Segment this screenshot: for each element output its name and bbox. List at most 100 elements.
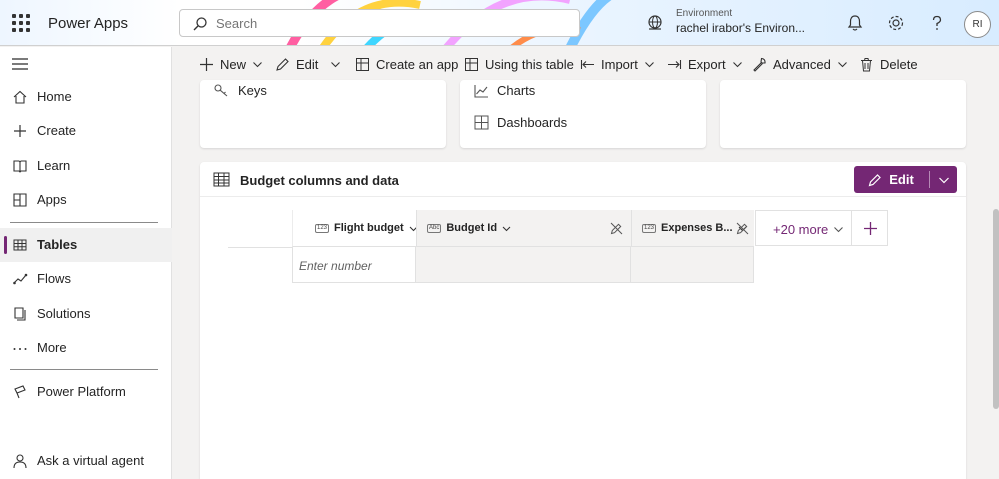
nav-item-ask-virtual-agent[interactable]: Ask a virtual agent [0,444,172,478]
nav-item-apps[interactable]: Apps [0,183,172,217]
nav-item-solutions[interactable]: Solutions [0,297,172,331]
budget-id-cell [416,247,631,283]
column-header-label: Flight budget [334,222,404,234]
plus-icon [200,57,213,71]
charts-link[interactable]: Charts [474,83,535,98]
vertical-scrollbar[interactable] [993,209,999,409]
delete-button[interactable]: Delete [859,55,918,73]
more-columns-button[interactable]: +20 more [755,210,851,246]
column-header-expenses[interactable]: 123 Expenses B... [631,210,754,247]
power-platform-icon [14,385,26,399]
panel-header: Budget columns and data Edit [200,162,966,197]
pencil-icon [868,173,882,186]
customizations-card [720,80,966,148]
expenses-cell [631,247,754,283]
edit-label: Edit [296,56,319,72]
search-input[interactable] [216,14,566,32]
keys-link[interactable]: Keys [214,83,267,98]
nav-item-label: Flows [37,271,71,286]
table-icon [13,239,27,251]
top-header: Power Apps Environment rachel irabor's E… [0,0,999,46]
edit-dropdown-button[interactable] [930,166,957,193]
column-header-content: 123 Expenses B... [642,222,747,234]
avatar[interactable]: RI [964,11,991,38]
row-divider [228,247,292,248]
solutions-icon [14,307,26,321]
new-button[interactable]: New [199,55,263,73]
chart-icon [474,84,488,98]
hamburger-menu-icon[interactable] [12,57,28,71]
column-header-budget-id[interactable]: Abc Budget Id [416,210,631,247]
edit-data-label: Edit [889,172,914,187]
schema-card: Keys [200,80,446,148]
chevron-down-icon [331,61,340,67]
book-icon [13,160,27,173]
new-label: New [220,56,247,72]
number-type-icon: 123 [315,223,330,233]
using-this-table-label: Using this table [485,56,574,72]
left-nav: Home Create Learn Apps Tables Flows Solu… [0,47,172,479]
advanced-button[interactable]: Advanced [752,55,848,73]
nav-item-create[interactable]: Create [0,114,172,148]
app-launcher-icon[interactable] [12,14,30,32]
nav-item-label: Ask a virtual agent [37,453,144,468]
nav-item-learn[interactable]: Learn [0,149,172,183]
edit-dropdown-button[interactable] [330,55,341,73]
trash-icon [861,57,872,71]
cell-placeholder: Enter number [299,259,372,273]
import-button[interactable]: Import [580,55,655,73]
export-button[interactable]: Export [667,55,743,73]
nav-item-more[interactable]: More [0,331,172,365]
environment-icon[interactable] [646,14,664,32]
edit-data-button[interactable]: Edit [854,166,928,193]
app-name[interactable]: Power Apps [48,15,128,32]
export-icon [668,59,682,69]
search-icon [193,17,207,31]
import-icon [580,59,594,69]
using-this-table-button[interactable]: Using this table [464,55,574,73]
charts-label: Charts [497,83,536,98]
environment-name[interactable]: rachel irabor's Environ... [676,21,805,35]
help-icon[interactable] [927,13,947,33]
nav-item-label: Apps [37,192,67,207]
table-icon [213,172,230,187]
chevron-down-icon [502,226,511,231]
nav-item-label: Solutions [37,306,91,321]
delete-label: Delete [880,56,918,72]
number-type-icon: 123 [642,223,657,233]
add-column-button[interactable] [851,210,888,246]
flow-icon [13,273,28,285]
plus-icon [14,125,26,137]
nav-item-home[interactable]: Home [0,80,172,114]
dashboards-link[interactable]: Dashboards [474,115,567,130]
panel-title: Budget columns and data [240,173,399,188]
edit-command-button[interactable]: Edit [275,55,318,73]
nav-item-label: More [37,340,67,355]
create-app-button[interactable]: Create an app [355,55,458,73]
edit-split-button: Edit [854,166,957,193]
chevron-down-icon [253,61,262,67]
flight-budget-cell[interactable]: Enter number [292,247,416,283]
nav-item-power-platform[interactable]: Power Platform [0,375,172,409]
column-header-label: Budget Id [446,222,498,234]
nav-divider [10,222,158,223]
apps-icon [13,193,27,207]
advanced-label: Advanced [773,56,831,72]
export-label: Export [688,56,726,72]
column-header-flight-budget[interactable]: 123 Flight budget [292,210,418,247]
bell-icon[interactable] [845,13,865,33]
nav-item-flows[interactable]: Flows [0,262,172,296]
environment-label: Environment [676,8,733,19]
chevron-down-icon [732,61,742,67]
keys-label: Keys [238,83,267,98]
agent-icon [13,454,27,469]
data-experiences-card: Charts Dashboards [460,80,706,148]
table-icon [465,57,478,71]
column-header-label: Expenses B... [661,222,733,234]
text-type-icon: Abc [427,223,442,233]
gear-icon[interactable] [886,13,906,33]
search-box[interactable] [179,9,580,37]
nav-item-label: Create [37,123,77,138]
nav-item-label: Power Platform [37,384,126,399]
nav-item-tables[interactable]: Tables [0,228,172,262]
